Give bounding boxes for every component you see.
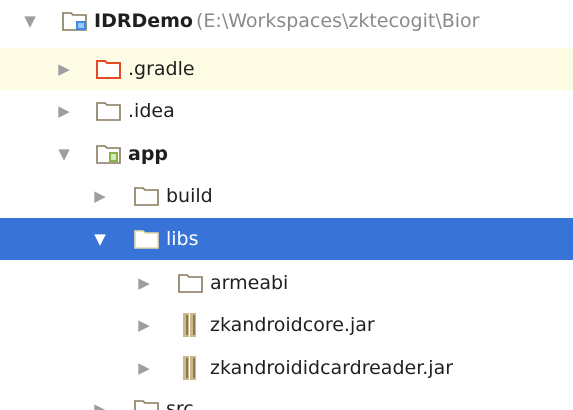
tree-label-libs: libs (166, 228, 199, 250)
expand-arrow-icon[interactable]: ▼ (54, 133, 74, 175)
tree-row-build[interactable]: ▶ build (0, 175, 573, 217)
tree-label-src: src (166, 398, 194, 410)
collapse-arrow-icon[interactable]: ▶ (54, 90, 74, 132)
folder-icon (134, 398, 160, 410)
expand-arrow-icon[interactable]: ▼ (90, 218, 110, 260)
tree-label-idrdemo: IDRDemo (94, 10, 193, 32)
project-tree-panel: ▼ IDRDemo (E:\Workspaces\zktecogit\Bior … (0, 0, 573, 410)
project-folder-icon (62, 10, 88, 32)
tree-row-src[interactable]: ▶ src (0, 388, 573, 410)
module-folder-icon (96, 143, 122, 165)
folder-icon (178, 272, 204, 294)
project-path-text: (E:\Workspaces\zktecogit\Bior (196, 10, 480, 32)
tree-label-jar-core: zkandroidcore.jar (210, 314, 375, 336)
collapse-arrow-icon[interactable]: ▶ (134, 347, 154, 389)
tree-label-idea: .idea (128, 100, 175, 122)
collapse-arrow-icon[interactable]: ▶ (134, 262, 154, 304)
tree-row-jar-reader[interactable]: ▶ zkandroididcardreader.jar (0, 347, 573, 389)
tree-label-jar-reader: zkandroididcardreader.jar (210, 357, 454, 379)
tree-row-idea[interactable]: ▶ .idea (0, 90, 573, 132)
expand-arrow-icon[interactable]: ▼ (20, 0, 40, 42)
folder-icon (96, 58, 122, 80)
folder-icon (134, 228, 160, 250)
jar-archive-icon (178, 312, 204, 337)
tree-row-app[interactable]: ▼ app (0, 133, 573, 175)
folder-icon (96, 100, 122, 122)
tree-row-jar-core[interactable]: ▶ zkandroidcore.jar (0, 304, 573, 346)
tree-label-armeabi: armeabi (210, 272, 289, 294)
tree-row-armeabi[interactable]: ▶ armeabi (0, 262, 573, 304)
tree-row-libs[interactable]: ▼ libs (0, 218, 573, 260)
jar-archive-icon (178, 355, 204, 380)
tree-label-gradle: .gradle (128, 58, 195, 80)
collapse-arrow-icon[interactable]: ▶ (54, 48, 74, 90)
tree-row-gradle[interactable]: ▶ .gradle (0, 48, 573, 90)
collapse-arrow-icon[interactable]: ▶ (90, 388, 110, 410)
tree-label-app: app (128, 143, 169, 165)
collapse-arrow-icon[interactable]: ▶ (134, 304, 154, 346)
folder-icon (134, 185, 160, 207)
tree-row-idrdemo[interactable]: ▼ IDRDemo (E:\Workspaces\zktecogit\Bior (0, 0, 573, 42)
tree-label-build: build (166, 185, 213, 207)
collapse-arrow-icon[interactable]: ▶ (90, 175, 110, 217)
